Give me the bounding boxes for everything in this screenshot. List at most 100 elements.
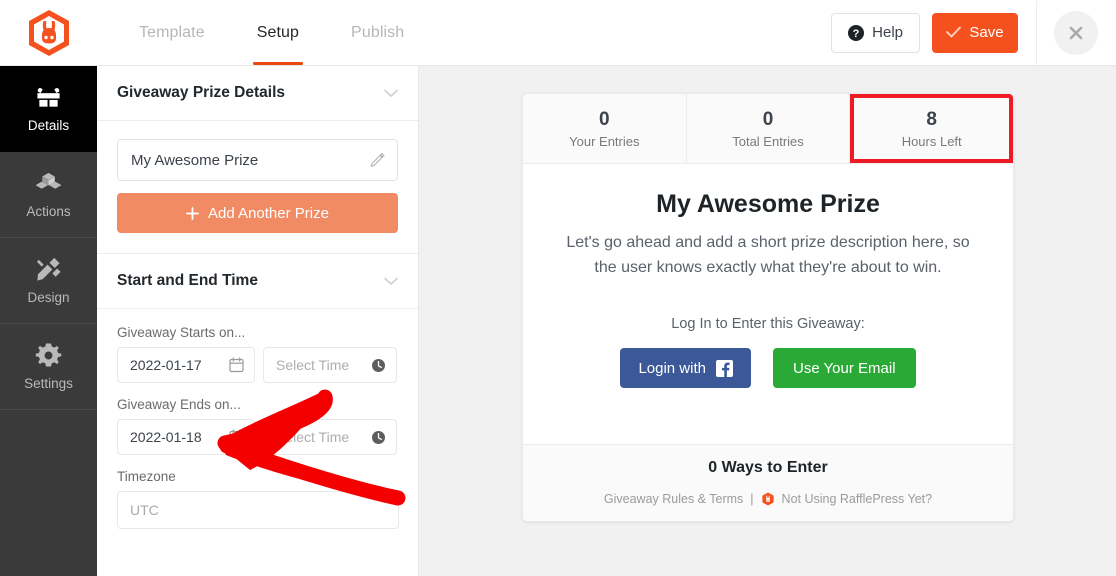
svg-text:?: ? <box>853 28 860 40</box>
preview-prize-title: My Awesome Prize <box>656 190 880 218</box>
header-divider <box>1036 0 1037 65</box>
start-time-placeholder: Select Time <box>276 357 350 373</box>
clock-glyph <box>372 430 385 444</box>
sidebar-item-details[interactable]: Details <box>0 66 97 152</box>
chevron-down-glyph <box>384 277 398 285</box>
ends-on-label: Giveaway Ends on... <box>117 397 241 412</box>
prize-name-value: My Awesome Prize <box>131 151 259 169</box>
sidebar-item-label: Actions <box>26 204 71 219</box>
giveaway-footer: 0 Ways to Enter Giveaway Rules & Terms |… <box>523 444 1013 521</box>
chevron-down-glyph <box>384 89 398 97</box>
calendar-glyph <box>229 357 244 373</box>
start-end-time-section-header[interactable]: Start and End Time <box>97 254 418 309</box>
sidebar-item-actions[interactable]: Actions <box>0 152 97 238</box>
sidebar-nav: Details Actions Design Settings <box>0 66 97 576</box>
prize-details-section-header[interactable]: Giveaway Prize Details <box>97 66 418 121</box>
end-date-input[interactable]: 2022-01-18 <box>117 419 255 455</box>
giveaway-preview-card: 0 Your Entries 0 Total Entries 8 Hours L… <box>522 93 1014 522</box>
calendar-icon[interactable] <box>229 429 244 445</box>
ways-to-enter-heading: 0 Ways to Enter <box>708 459 828 476</box>
start-end-time-title: Start and End Time <box>117 272 258 289</box>
editor-tabs: Template Setup Publish <box>113 0 430 65</box>
stat-label: Hours Left <box>901 133 962 149</box>
pencil-ruler-icon <box>36 257 61 281</box>
stat-label: Total Entries <box>732 133 804 149</box>
prize-name-field[interactable]: My Awesome Prize <box>117 139 398 181</box>
save-button-label: Save <box>969 24 1004 41</box>
footer-links: Giveaway Rules & Terms | Not Using Raffl… <box>604 492 932 506</box>
add-another-prize-button[interactable]: Add Another Prize <box>117 193 398 233</box>
rafflepress-bunny-logo-icon <box>28 9 69 56</box>
timezone-label: Timezone <box>117 469 176 484</box>
edit-prize-button[interactable] <box>370 152 385 167</box>
giveaway-preview-area: 0 Your Entries 0 Total Entries 8 Hours L… <box>419 66 1116 576</box>
sidebar-item-label: Design <box>27 290 70 305</box>
footer-separator: | <box>750 492 754 506</box>
timezone-placeholder: UTC <box>130 502 159 518</box>
stat-value: 0 <box>762 108 774 130</box>
end-time-input[interactable]: Select Time <box>263 419 397 455</box>
start-end-time-section-body: Giveaway Starts on... 2022-01-17 Select … <box>97 309 418 529</box>
stat-hours-left: 8 Hours Left <box>850 94 1013 163</box>
tab-template[interactable]: Template <box>113 0 231 65</box>
help-button[interactable]: ? Help <box>831 12 920 53</box>
stats-bar: 0 Your Entries 0 Total Entries 8 Hours L… <box>523 94 1013 164</box>
preview-prize-description: Let's go ahead and add a short prize des… <box>566 234 970 276</box>
question-circle-icon: ? <box>848 24 865 41</box>
prize-details-section-body: My Awesome Prize Add Another Prize <box>97 121 418 254</box>
end-date-value: 2022-01-18 <box>130 429 202 445</box>
pencil-icon <box>370 152 385 167</box>
sidebar-item-settings[interactable]: Settings <box>0 324 97 410</box>
start-time-input[interactable]: Select Time <box>263 347 397 383</box>
save-button[interactable]: Save <box>932 12 1018 53</box>
start-date-value: 2022-01-17 <box>130 357 202 373</box>
clock-icon[interactable] <box>371 358 386 373</box>
facebook-icon <box>715 359 733 377</box>
check-icon <box>946 26 962 38</box>
login-with-facebook-button[interactable]: Login with <box>620 348 751 388</box>
sidebar-item-label: Settings <box>24 376 73 391</box>
add-another-prize-label: Add Another Prize <box>208 204 329 222</box>
stat-your-entries: 0 Your Entries <box>523 94 687 163</box>
clock-icon[interactable] <box>371 430 386 445</box>
close-button[interactable] <box>1054 10 1098 55</box>
stat-label: Your Entries <box>569 133 640 149</box>
tab-publish[interactable]: Publish <box>325 0 430 65</box>
rafflepress-bunny-logo-icon <box>761 492 774 506</box>
blocks-icon <box>35 172 62 189</box>
chevron-down-icon[interactable] <box>384 89 398 98</box>
starts-on-label: Giveaway Starts on... <box>117 325 246 340</box>
timezone-input[interactable]: UTC <box>117 491 399 529</box>
close-icon <box>1069 26 1083 39</box>
stat-total-entries: 0 Total Entries <box>687 94 851 163</box>
header-actions: ? Help Save <box>831 0 1116 65</box>
start-datetime-row: 2022-01-17 Select Time <box>117 347 398 383</box>
tab-setup[interactable]: Setup <box>231 0 325 65</box>
login-buttons: Login with Use Your Email <box>620 348 916 388</box>
use-your-email-label: Use Your Email <box>792 359 896 377</box>
prize-details-title: Giveaway Prize Details <box>117 84 286 101</box>
sidebar-item-design[interactable]: Design <box>0 238 97 324</box>
clock-glyph <box>372 358 385 372</box>
not-using-rafflepress-link[interactable]: Not Using RafflePress Yet? <box>782 492 933 506</box>
end-time-placeholder: Select Time <box>276 429 350 445</box>
login-prompt-label: Log In to Enter this Giveaway: <box>671 316 865 332</box>
sidebar-item-label: Details <box>27 118 70 133</box>
gear-icon <box>35 343 62 367</box>
stat-value: 8 <box>926 108 937 130</box>
use-your-email-button[interactable]: Use Your Email <box>772 348 916 388</box>
help-button-label: Help <box>872 24 903 41</box>
chevron-down-icon[interactable] <box>384 277 398 286</box>
calendar-glyph <box>229 429 244 445</box>
end-datetime-row: 2022-01-18 Select Time <box>117 419 398 455</box>
app-logo[interactable] <box>0 0 97 65</box>
gift-icon <box>37 87 60 107</box>
login-with-facebook-label: Login with <box>638 359 706 377</box>
giveaway-rules-link[interactable]: Giveaway Rules & Terms <box>604 492 743 506</box>
calendar-icon[interactable] <box>229 357 244 373</box>
start-date-input[interactable]: 2022-01-17 <box>117 347 255 383</box>
settings-panel: Giveaway Prize Details My Awesome Prize <box>97 66 419 576</box>
rafflepress-giveaway-editor: Template Setup Publish ? Help Save Detai… <box>0 0 1116 576</box>
stat-value: 0 <box>599 108 610 130</box>
giveaway-body: My Awesome Prize Let's go ahead and add … <box>523 164 1013 444</box>
